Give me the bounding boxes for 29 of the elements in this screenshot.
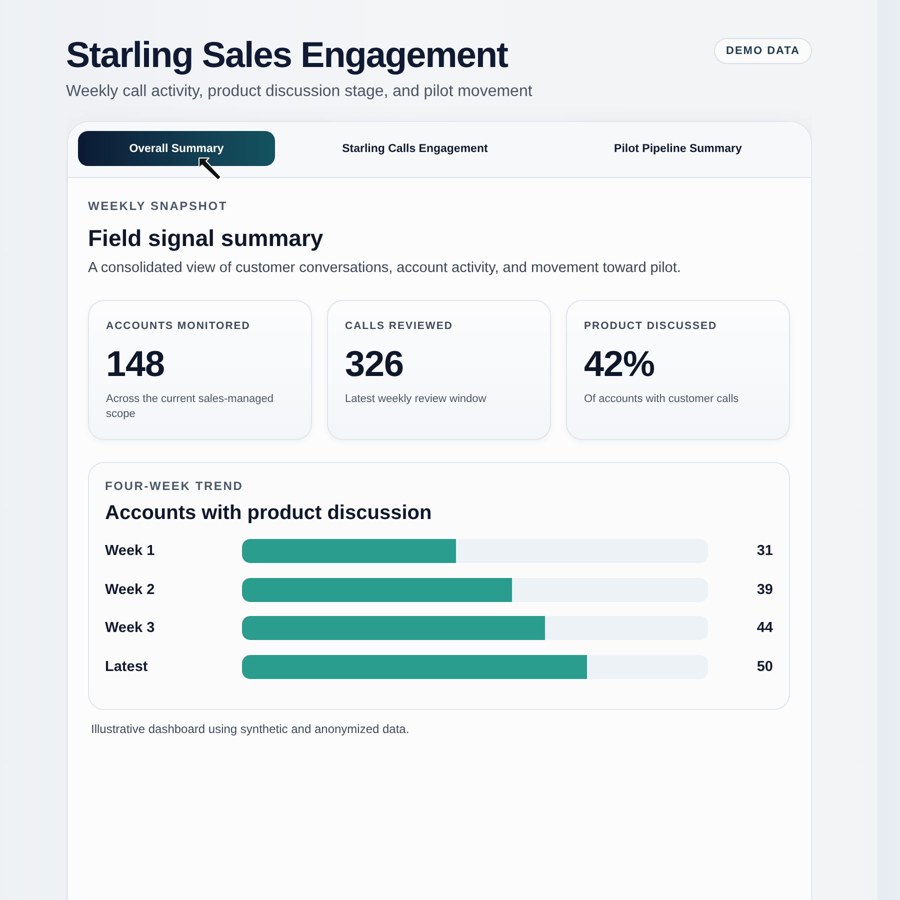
stat-value: 42% [584,344,656,384]
trend-eyebrow: FOUR-WEEK TREND [105,478,244,494]
page-title: Starling Sales Engagement [66,34,509,76]
trend-title: Accounts with product discussion [105,501,433,526]
stat-label: CALLS REVIEWED [345,319,454,333]
page-subtitle: Weekly call activity, product discussion stage, and pilot movement [66,82,532,102]
bar-value: 44 [756,620,773,636]
bar-label: Week 1 [105,543,156,559]
bar-label: Week 3 [105,620,156,636]
bar-value: 50 [756,658,773,674]
bar-label: Latest [105,658,149,674]
bar-value: 31 [756,543,773,559]
demo-data-badge: DEMO DATA [714,38,812,64]
tab[interactable]: Pilot Pipeline Summary [554,131,801,166]
section-eyebrow: WEEKLY SNAPSHOT [88,198,229,214]
section-title: Field signal summary [88,224,324,252]
stat-caption: Latest weekly review window [345,392,488,407]
stat-label: PRODUCT DISCUSSED [584,319,718,333]
footnote: Illustrative dashboard using synthetic and anonymized data. [91,720,410,736]
bar-label: Week 2 [105,582,156,598]
bar-value: 39 [756,582,773,598]
stat-value: 326 [345,344,405,384]
tab[interactable]: Overall Summary [78,131,275,166]
stat-label: ACCOUNTS MONITORED [106,319,252,333]
stat-caption: Of accounts with customer calls [584,392,740,407]
stat-caption: Across the current sales-managed scope [106,392,275,422]
section-description: A consolidated view of customer conversations, account activity, and movement toward pilot. [88,259,682,278]
tab[interactable]: Starling Calls Engagement [283,131,547,166]
stat-value: 148 [106,344,166,384]
